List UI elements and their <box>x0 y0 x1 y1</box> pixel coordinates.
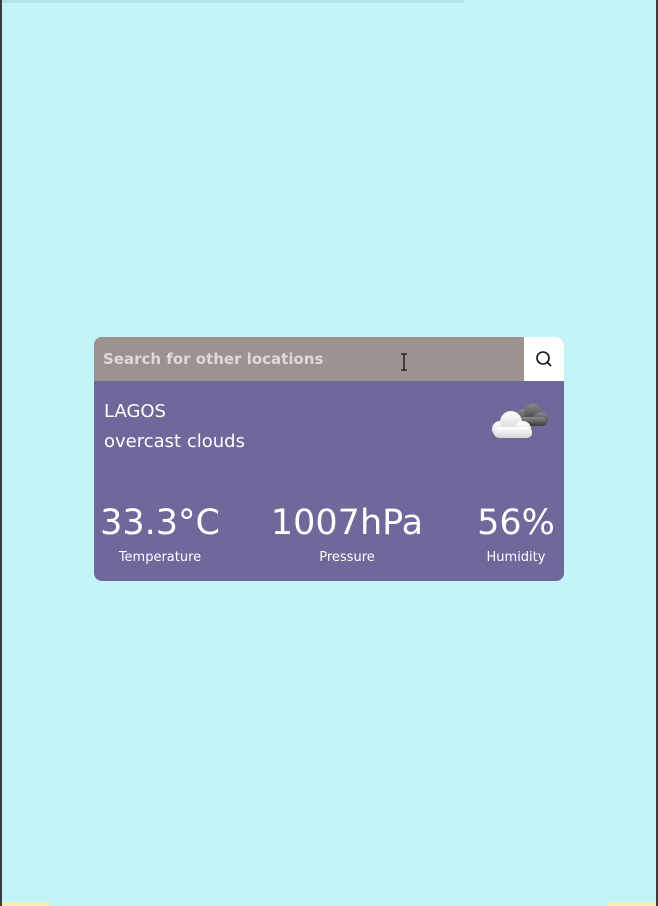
top-progress-strip <box>2 0 464 3</box>
search-input[interactable] <box>94 337 524 381</box>
humidity-value: 56% <box>477 503 555 543</box>
temperature-value: 33.3°C <box>100 503 220 543</box>
corner-highlight-left <box>2 902 50 906</box>
pressure-label: Pressure <box>319 550 375 565</box>
weather-description: overcast clouds <box>104 431 245 452</box>
pressure-stat: 1007hPa Pressure <box>267 501 427 567</box>
weather-card: LAGOS overcast clouds 33.3°C <box>94 337 564 581</box>
overcast-clouds-icon <box>492 404 548 438</box>
search-icon <box>536 351 552 367</box>
pressure-value: 1007hPa <box>270 503 424 543</box>
window-border-left <box>0 0 2 906</box>
temperature-label: Temperature <box>118 550 202 565</box>
corner-highlight-right <box>608 902 656 906</box>
city-name: LAGOS <box>104 401 166 422</box>
search-bar <box>94 337 564 381</box>
text-cursor-icon <box>401 353 407 371</box>
humidity-stat: 56% Humidity <box>470 501 562 567</box>
search-button[interactable] <box>524 337 564 381</box>
temperature-stat: 33.3°C Temperature <box>94 501 226 567</box>
humidity-label: Humidity <box>486 550 546 565</box>
